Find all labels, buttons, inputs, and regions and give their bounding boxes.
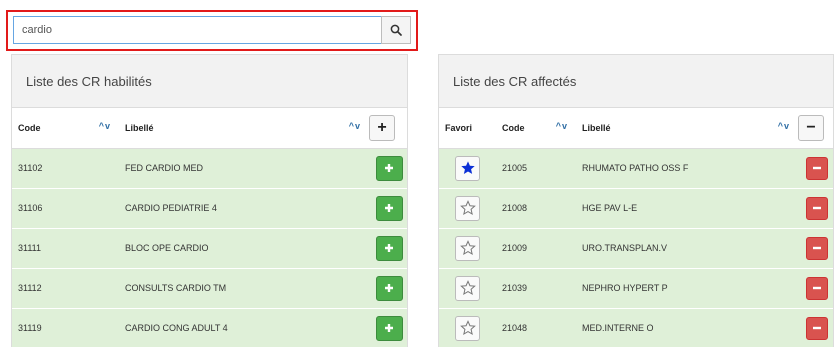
table-row: 21008 HGE PAV L-E bbox=[439, 187, 833, 228]
favorite-toggle[interactable] bbox=[455, 315, 480, 341]
panel-title: Liste des CR affectés bbox=[439, 55, 833, 108]
star-outline-icon bbox=[459, 280, 476, 296]
minus-icon bbox=[812, 286, 821, 290]
cell-libelle: RHUMATO PATHO OSS F bbox=[576, 147, 798, 188]
sort-arrows-icon[interactable]: ^v bbox=[778, 121, 790, 131]
cell-libelle: FED CARDIO MED bbox=[119, 147, 369, 188]
column-header-favori: Favori bbox=[439, 108, 496, 149]
column-label-libelle: Libellé bbox=[582, 122, 611, 133]
remove-all-button[interactable]: − bbox=[798, 114, 824, 141]
column-header-libelle[interactable]: Libellé ^v bbox=[119, 108, 369, 149]
column-header-code[interactable]: Code ^v bbox=[12, 108, 119, 149]
cell-libelle: URO.TRANSPLAN.V bbox=[576, 227, 798, 268]
column-label-favori: Favori bbox=[445, 122, 473, 133]
column-header-code[interactable]: Code ^v bbox=[496, 108, 576, 149]
table-row: 31119 CARDIO CONG ADULT 4 bbox=[12, 307, 407, 347]
remove-button[interactable] bbox=[805, 316, 828, 340]
add-button[interactable] bbox=[375, 275, 403, 301]
search-icon bbox=[390, 24, 402, 36]
table-row: 21039 NEPHRO HYPERT P bbox=[439, 267, 833, 308]
panel-cr-habilites: Liste des CR habilités Code ^v Libellé ^… bbox=[11, 54, 408, 347]
cell-code: 21039 bbox=[496, 267, 576, 308]
table-cr-affectes: Favori Code ^v Libellé ^v − 21005 RHUMAT… bbox=[439, 108, 833, 347]
table-row: 21005 RHUMATO PATHO OSS F bbox=[439, 147, 833, 188]
sort-arrows-icon[interactable]: ^v bbox=[99, 121, 111, 131]
remove-button[interactable] bbox=[805, 276, 828, 300]
plus-icon bbox=[385, 324, 393, 333]
cell-code: 31102 bbox=[12, 147, 119, 188]
cell-libelle: BLOC OPE CARDIO bbox=[119, 227, 369, 268]
plus-icon bbox=[385, 244, 393, 252]
sort-arrows-icon[interactable]: ^v bbox=[556, 121, 568, 131]
search-button[interactable] bbox=[381, 16, 411, 44]
cell-code: 21009 bbox=[496, 227, 576, 268]
table-row: 31112 CONSULTS CARDIO TM bbox=[12, 267, 407, 308]
add-all-button[interactable]: + bbox=[369, 114, 395, 141]
cell-code: 31112 bbox=[12, 267, 119, 308]
plus-icon bbox=[385, 204, 393, 212]
panel-title: Liste des CR habilités bbox=[12, 55, 407, 108]
remove-button[interactable] bbox=[805, 236, 828, 260]
cell-libelle: CONSULTS CARDIO TM bbox=[119, 267, 369, 308]
minus-icon bbox=[812, 206, 821, 210]
table-cr-habilites: Code ^v Libellé ^v + 31102 FED CARDIO ME… bbox=[12, 108, 407, 347]
star-outline-icon bbox=[459, 200, 476, 216]
cell-libelle: MED.INTERNE O bbox=[576, 307, 798, 347]
minus-icon bbox=[812, 327, 821, 330]
remove-button[interactable] bbox=[805, 156, 828, 180]
table-row: 21048 MED.INTERNE O bbox=[439, 307, 833, 347]
table-row: 31102 FED CARDIO MED bbox=[12, 147, 407, 188]
favorite-toggle[interactable] bbox=[455, 195, 480, 221]
cell-libelle: CARDIO PEDIATRIE 4 bbox=[119, 187, 369, 228]
table-row: 21009 URO.TRANSPLAN.V bbox=[439, 227, 833, 268]
table-row: 31111 BLOC OPE CARDIO bbox=[12, 227, 407, 268]
star-outline-icon bbox=[459, 320, 476, 336]
favorite-toggle[interactable] bbox=[455, 155, 480, 181]
minus-icon bbox=[812, 166, 821, 170]
column-label-code: Code bbox=[18, 122, 41, 133]
add-button[interactable] bbox=[375, 235, 403, 261]
star-filled-icon bbox=[460, 161, 475, 174]
cell-code: 21008 bbox=[496, 187, 576, 228]
column-label-code: Code bbox=[502, 122, 525, 133]
cell-libelle: CARDIO CONG ADULT 4 bbox=[119, 307, 369, 347]
search-group bbox=[13, 16, 411, 44]
column-header-action: − bbox=[798, 108, 833, 149]
panel-cr-affectes: Liste des CR affectés Favori Code ^v Lib… bbox=[438, 54, 834, 347]
cell-code: 31106 bbox=[12, 187, 119, 228]
add-button[interactable] bbox=[375, 155, 403, 181]
plus-icon bbox=[385, 284, 393, 292]
sort-arrows-icon[interactable]: ^v bbox=[349, 121, 361, 131]
remove-button[interactable] bbox=[805, 196, 828, 220]
column-header-libelle[interactable]: Libellé ^v bbox=[576, 108, 798, 149]
cell-libelle: HGE PAV L-E bbox=[576, 187, 798, 228]
favorite-toggle[interactable] bbox=[455, 275, 480, 301]
cell-code: 21005 bbox=[496, 147, 576, 188]
add-button[interactable] bbox=[375, 315, 403, 341]
column-label-libelle: Libellé bbox=[125, 122, 154, 133]
star-outline-icon bbox=[459, 240, 476, 256]
favorite-toggle[interactable] bbox=[455, 235, 480, 261]
cell-libelle: NEPHRO HYPERT P bbox=[576, 267, 798, 308]
minus-icon bbox=[812, 246, 821, 250]
table-row: 31106 CARDIO PEDIATRIE 4 bbox=[12, 187, 407, 228]
column-header-action: + bbox=[369, 108, 407, 149]
plus-icon bbox=[385, 164, 393, 172]
cell-code: 31111 bbox=[12, 227, 119, 268]
add-button[interactable] bbox=[375, 195, 403, 221]
cell-code: 21048 bbox=[496, 307, 576, 347]
search-input[interactable] bbox=[13, 16, 381, 44]
cell-code: 31119 bbox=[12, 307, 119, 347]
